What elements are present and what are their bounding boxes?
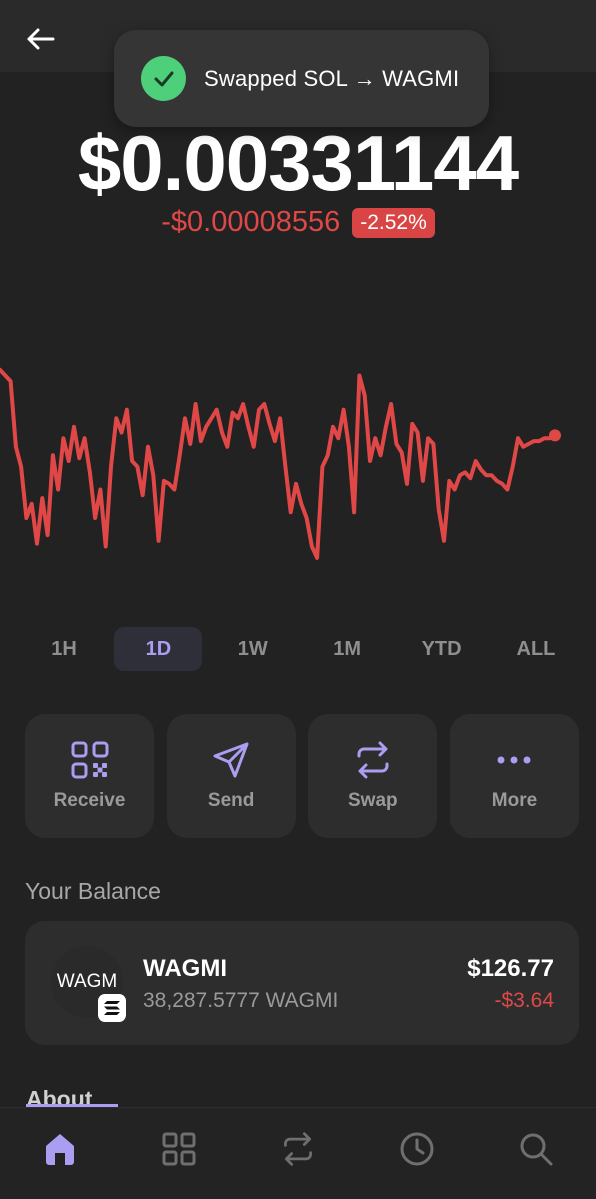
token-value: $126.77 (467, 955, 554, 982)
range-1h[interactable]: 1H (20, 627, 108, 671)
send-icon (213, 742, 249, 778)
grid-icon (162, 1132, 196, 1165)
range-1w[interactable]: 1W (209, 627, 297, 671)
your-balance-heading: Your Balance (25, 878, 161, 904)
home-icon (45, 1133, 74, 1165)
swap-icon (357, 741, 389, 779)
nav-search[interactable] (506, 1119, 566, 1179)
nav-collectibles[interactable] (149, 1119, 209, 1179)
price-change-absolute: -$0.00008556 (161, 206, 341, 238)
back-button[interactable] (20, 22, 60, 56)
range-ytd[interactable]: YTD (398, 627, 486, 671)
time-range-selector: 1H 1D 1W 1M YTD ALL (20, 627, 580, 671)
action-buttons: Receive Send Swap More (25, 714, 579, 838)
qr-code-icon (71, 741, 108, 779)
search-icon (520, 1133, 553, 1165)
token-value-change: -$3.64 (494, 989, 554, 1012)
solana-icon (98, 994, 126, 1022)
price-change-row: -$0.00008556 -2.52% (0, 206, 596, 239)
swap-icon (284, 1131, 312, 1166)
send-label: Send (207, 790, 255, 811)
toast-notification: Swapped SOL → WAGMI (114, 30, 489, 127)
nav-swap[interactable] (268, 1119, 328, 1179)
more-button[interactable]: More (449, 714, 579, 838)
bottom-nav (0, 1107, 596, 1199)
range-all[interactable]: ALL (492, 627, 580, 671)
nav-activity[interactable] (387, 1119, 447, 1179)
clock-icon (400, 1132, 434, 1165)
nav-home[interactable] (30, 1119, 90, 1179)
range-1d[interactable]: 1D (114, 627, 203, 671)
price-change-percent-badge: -2.52% (352, 207, 435, 238)
swap-button[interactable]: Swap (308, 714, 438, 838)
token-avatar-text: WAGM (56, 971, 118, 992)
send-button[interactable]: Send (166, 714, 296, 838)
token-balance-row[interactable]: WAGM WAGMI 38,287.5777 WAGMI $126.77 -$3… (25, 921, 579, 1045)
price-line (0, 367, 557, 560)
token-amount: 38,287.5777 WAGMI (143, 989, 339, 1012)
arrow-left-icon (27, 28, 55, 50)
range-1m[interactable]: 1M (303, 627, 391, 671)
check-icon (141, 56, 186, 101)
token-name: WAGMI (143, 955, 227, 982)
more-label: More (491, 790, 538, 811)
receive-button[interactable]: Receive (25, 714, 154, 838)
current-price-dot (549, 429, 561, 442)
receive-label: Receive (53, 790, 126, 811)
toast-message: Swapped SOL → WAGMI (204, 65, 460, 91)
swap-label: Swap (348, 790, 398, 811)
price-chart[interactable] (0, 280, 596, 590)
token-price: $0.00331144 (77, 119, 519, 207)
more-icon (497, 756, 531, 764)
